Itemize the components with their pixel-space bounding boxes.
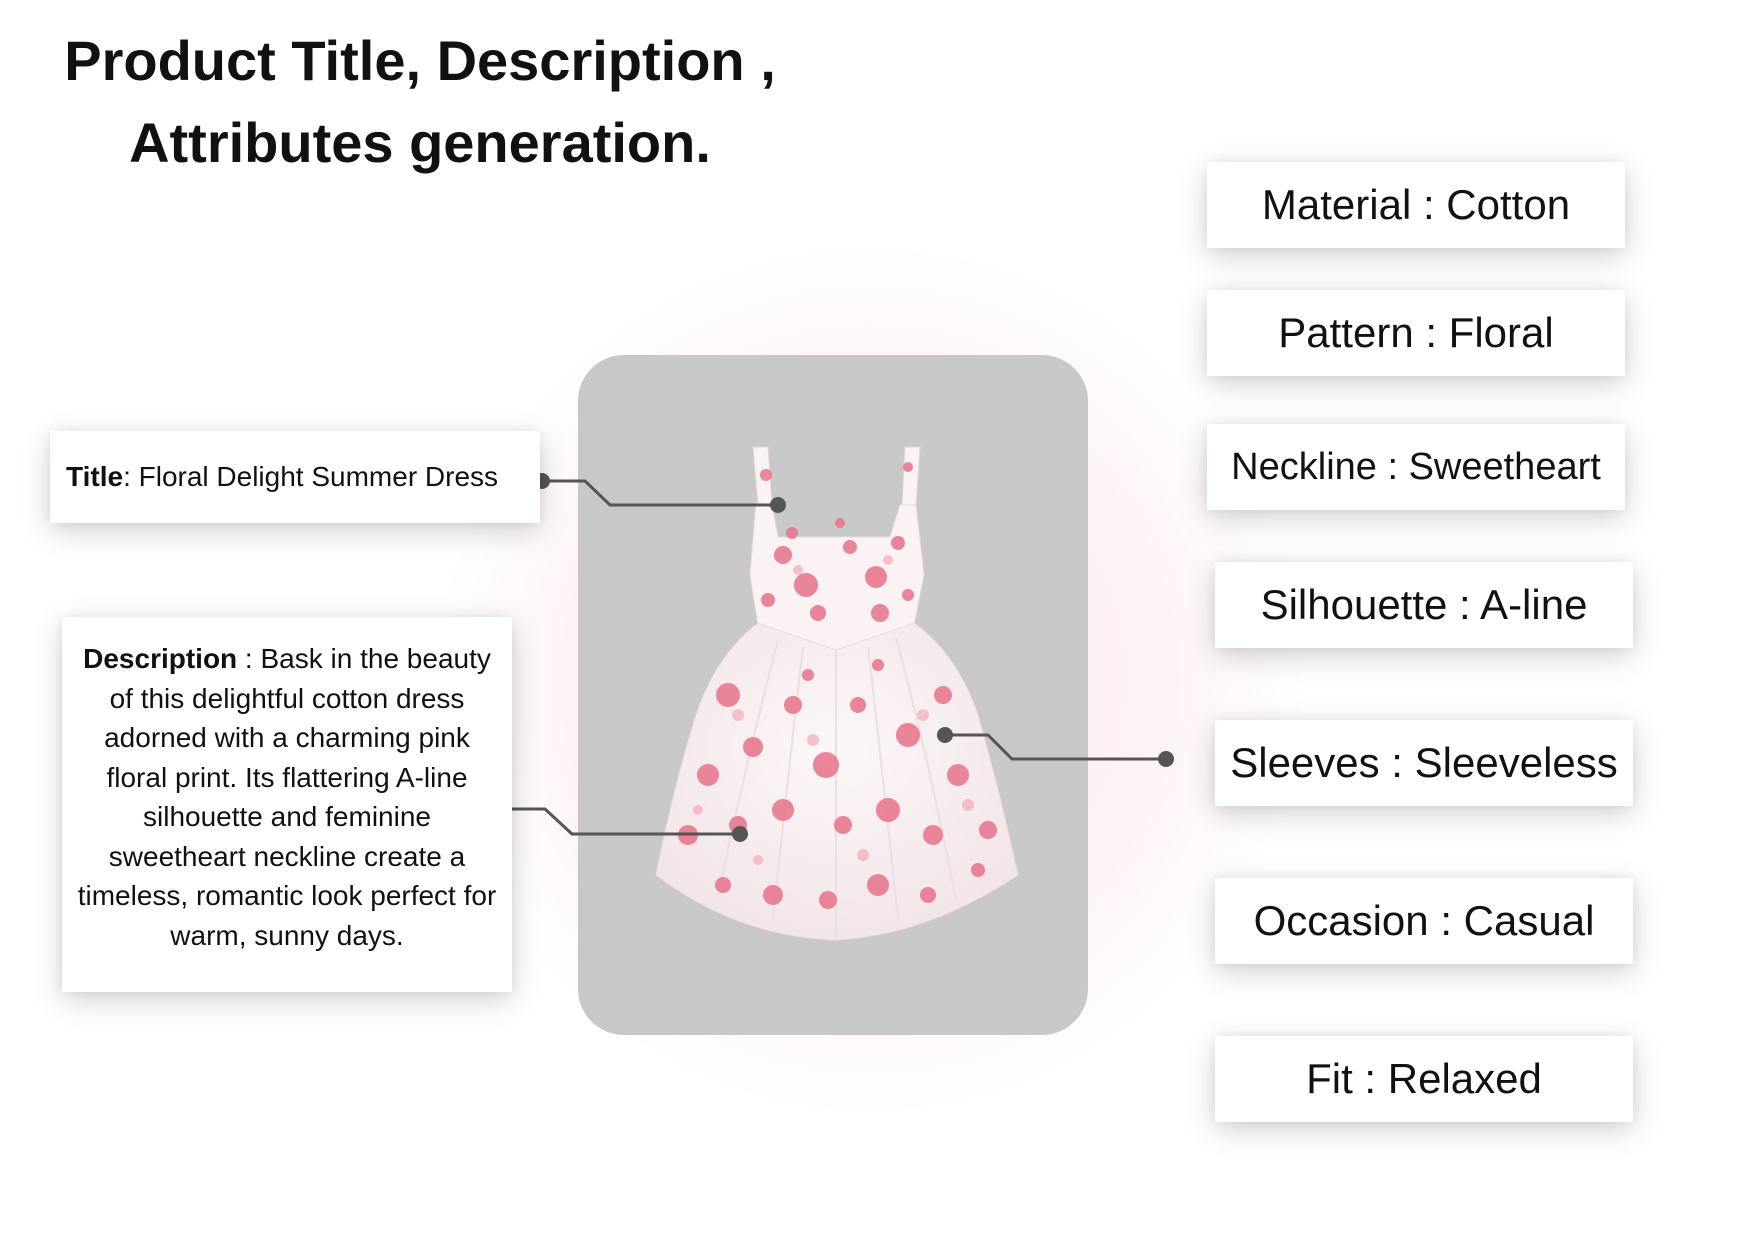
heading-line-2: Attributes generation. — [129, 111, 711, 174]
attribute-pattern-text: Pattern : Floral — [1278, 309, 1554, 356]
title-label: Title — [66, 461, 124, 492]
attribute-pattern: Pattern : Floral — [1207, 290, 1625, 376]
attribute-sleeves: Sleeves : Sleeveless — [1215, 720, 1633, 806]
attribute-material: Material : Cotton — [1207, 162, 1625, 248]
description-label: Description — [83, 643, 238, 674]
product-image-card — [578, 355, 1088, 1035]
attribute-neckline-text: Neckline : Sweetheart — [1231, 445, 1601, 488]
attribute-sleeves-text: Sleeves : Sleeveless — [1230, 739, 1618, 786]
description-value: : Bask in the beauty of this delightful … — [77, 643, 497, 951]
attribute-occasion: Occasion : Casual — [1215, 878, 1633, 964]
attribute-fit: Fit : Relaxed — [1215, 1036, 1633, 1122]
attribute-silhouette-text: Silhouette : A-line — [1260, 581, 1588, 628]
attribute-neckline: Neckline : Sweetheart — [1207, 424, 1625, 510]
heading-line-1: Product Title, Description , — [64, 29, 776, 92]
page-heading: Product Title, Description , Attributes … — [30, 20, 810, 184]
title-value: : Floral Delight Summer Dress — [123, 461, 499, 492]
attribute-silhouette: Silhouette : A-line — [1215, 562, 1633, 648]
product-description-box: Description : Bask in the beauty of this… — [62, 617, 512, 992]
attribute-occasion-text: Occasion : Casual — [1253, 897, 1595, 944]
product-title-box: Title: Floral Delight Summer Dress — [50, 431, 540, 523]
attribute-fit-text: Fit : Relaxed — [1306, 1055, 1542, 1102]
attribute-material-text: Material : Cotton — [1261, 181, 1571, 228]
floral-dress-image — [655, 446, 1019, 941]
